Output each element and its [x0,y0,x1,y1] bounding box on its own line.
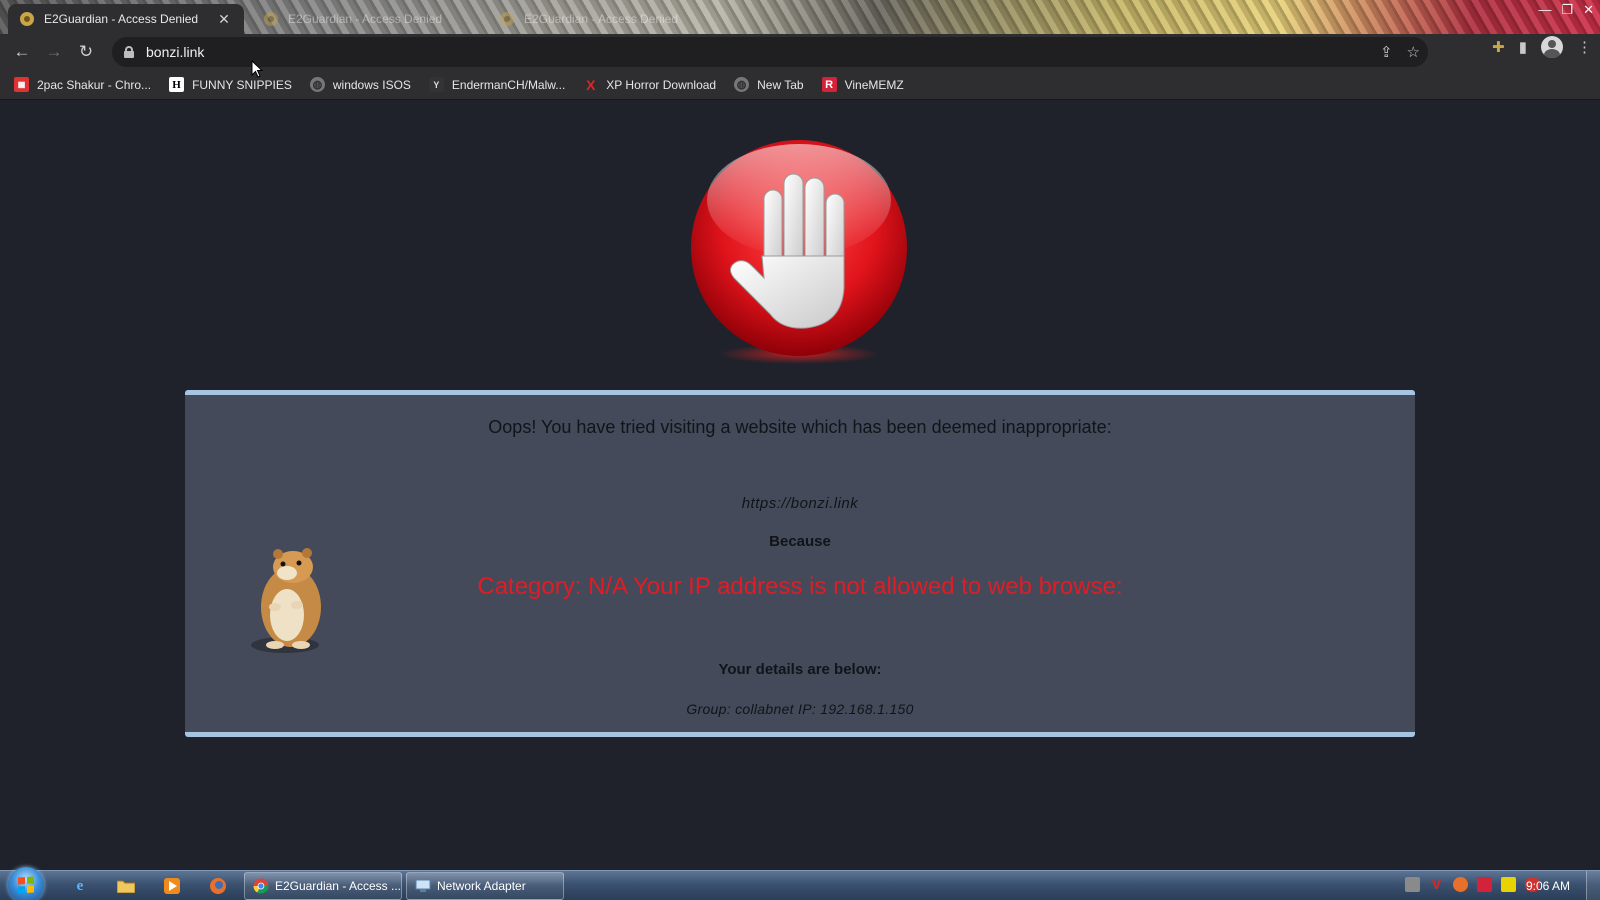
details-heading: Your details are below: [718,661,882,678]
media-player-icon[interactable] [160,875,184,897]
access-denied-panel: Oops! You have tried visiting a website … [185,390,1415,737]
tray-app-icon[interactable] [1405,877,1420,892]
file-explorer-icon[interactable] [114,875,138,897]
taskbar-button-label: Network Adapter [437,879,526,893]
blocked-url: https://bonzi.link [741,495,859,512]
bookmark-label: FUNNY SNIPPIES [192,77,292,92]
bookmark-windows-isos[interactable]: ◍ windows ISOS [309,77,411,92]
bookmarks-bar: ▦ 2pac Shakur - Chro... H FUNNY SNIPPIES… [0,70,1600,100]
oops-message: Oops! You have tried visiting a website … [488,417,1112,437]
bookmark-endermanch[interactable]: Y EndermanCH/Malw... [428,77,566,92]
e2guardian-favicon-icon [500,12,514,26]
show-desktop-button[interactable] [1586,871,1600,900]
profile-avatar-icon[interactable] [1541,36,1563,58]
taskbar-chrome-button[interactable]: E2Guardian - Access ... [244,872,402,900]
bookmark-label: windows ISOS [332,77,411,92]
browser-toolbar: ← → ↻ bonzi.link ⇪ ☆ ✚ ▮ ⋮ [0,34,1600,70]
network-icon [415,879,431,892]
taskbar-clock[interactable]: 9:06 AM [1526,879,1570,893]
tab-inactive[interactable]: E2Guardian - Access Denied [252,4,488,34]
tray-network-icon[interactable] [1501,877,1516,892]
close-window-icon[interactable]: ✕ [1583,2,1594,18]
tab-title: E2Guardian - Access Denied [524,12,679,26]
window-controls: — ❐ ✕ [1538,2,1594,18]
bookmark-label: XP Horror Download [606,77,717,92]
e2guardian-favicon-icon [264,12,278,26]
tab-title: E2Guardian - Access Denied [288,12,443,26]
globe-icon: ◍ [734,77,750,92]
bookmark-label: VineMEMZ [844,77,904,92]
chrome-icon [253,878,269,894]
lock-icon[interactable] [124,46,134,58]
extensions-puzzle-icon[interactable]: ✚ [1492,38,1505,56]
because-label: Because [769,533,831,550]
block-reason: Category: N/A Your IP address is not all… [477,573,1123,600]
restore-icon[interactable]: ❐ [1561,2,1573,18]
tab-strip: E2Guardian - Access Denied ✕ E2Guardian … [0,0,1600,34]
x-logo-icon: X [586,76,596,93]
forward-icon[interactable]: → [38,36,70,68]
bookmark-vinememz[interactable]: R VineMEMZ [821,77,904,92]
tab-title: E2Guardian - Access Denied [44,12,199,26]
menu-kebab-icon[interactable]: ⋮ [1577,38,1592,56]
share-icon[interactable]: ⇪ [1380,43,1393,61]
side-panel-icon[interactable]: ▮ [1519,38,1527,56]
system-tray: V [1405,877,1540,892]
bookmark-star-icon[interactable]: ☆ [1407,43,1420,61]
ycombinator-icon: Y [428,77,444,92]
minimize-icon[interactable]: — [1538,2,1551,18]
stop-hand-icon [691,140,907,364]
windows-taskbar: e E2Guardian - Access ... Network Adapte… [0,867,1600,900]
hamster-mascot-icon [251,548,321,653]
calendar-icon: ▦ [14,77,29,92]
windows-logo-icon [18,876,34,894]
tab-active[interactable]: E2Guardian - Access Denied ✕ [8,4,244,34]
firefox-icon[interactable] [206,875,230,897]
h-logo-icon: H [169,77,185,92]
bookmark-new-tab[interactable]: ◍ New Tab [734,77,804,92]
bookmark-label: EndermanCH/Malw... [451,77,566,92]
tray-firefox-icon[interactable] [1453,877,1468,892]
start-button[interactable] [8,867,44,900]
taskbar-network-adapter-button[interactable]: Network Adapter [406,872,564,900]
user-details: Group: collabnet IP: 192.168.1.150 [686,701,914,717]
bookmark-label: New Tab [757,77,804,92]
mouse-cursor-icon [251,60,263,78]
reload-icon[interactable]: ↻ [70,36,102,68]
tray-v-icon[interactable]: V [1429,877,1444,892]
e2guardian-favicon-icon [20,12,34,26]
internet-explorer-icon[interactable]: e [68,875,92,897]
address-text[interactable]: bonzi.link [146,44,204,60]
bookmark-2pac[interactable]: ▦ 2pac Shakur - Chro... [14,77,151,92]
globe-icon: ◍ [309,77,325,92]
r-logo-icon: R [821,77,837,92]
tray-flag-icon[interactable] [1477,877,1492,892]
close-tab-icon[interactable]: ✕ [216,11,232,28]
bookmark-label: 2pac Shakur - Chro... [37,77,152,92]
address-bar[interactable]: bonzi.link ⇪ ☆ [112,37,1428,67]
bookmark-funny-snippies[interactable]: H FUNNY SNIPPIES [169,77,292,92]
back-icon[interactable]: ← [6,36,38,68]
taskbar-button-label: E2Guardian - Access ... [274,879,401,893]
tab-inactive[interactable]: E2Guardian - Access Denied [488,4,724,34]
bookmark-xp-horror[interactable]: X XP Horror Download [583,76,717,93]
